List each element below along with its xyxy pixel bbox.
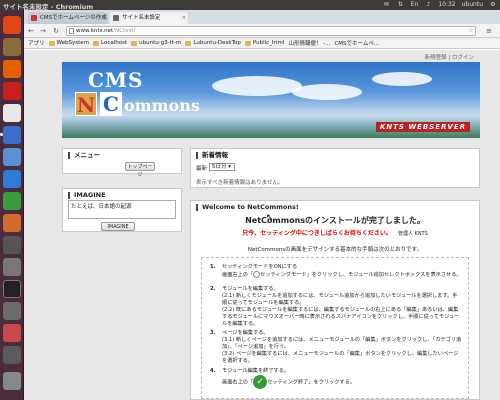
setting-notice: 只今、セッティング中につきしばらくお待ちください。 — [242, 230, 392, 237]
favicon-icon — [31, 15, 37, 21]
settings-icon[interactable] — [3, 324, 21, 342]
imagine-textarea[interactable]: たとえば、日本語の起源 — [68, 200, 176, 219]
username[interactable]: ubuntu — [462, 1, 483, 8]
forward-icon[interactable]: → — [38, 26, 48, 36]
setting-notice-row: 只今、セッティング中につきしばらくお待ちください。 管理人 KNTS — [191, 228, 479, 237]
gear-icon[interactable]: ⚙ — [489, 1, 497, 8]
imagine-panel: IMAGINE たとえば、日本語の起源 IMAGINE — [62, 188, 182, 232]
workspaces-icon[interactable] — [3, 346, 21, 364]
chromium-icon[interactable] — [0, 126, 21, 144]
step-4: 4. モジュール編集を終了する。 画面右上の「 ✓ セッティング終了」をクリックする… — [210, 368, 356, 389]
recent-days-select[interactable]: 5日分 ▾ — [209, 163, 235, 171]
folder-icon — [131, 40, 138, 46]
bookmark-public-html[interactable]: Public_html — [244, 40, 284, 46]
tools-icon[interactable] — [3, 258, 21, 276]
firefox-icon[interactable] — [3, 60, 21, 78]
thunderbird-icon[interactable] — [3, 148, 21, 166]
login-link[interactable]: ログイン — [452, 55, 474, 61]
address-bar[interactable]: www.knts.net/NCtest/ — [66, 26, 476, 36]
opera-icon[interactable] — [3, 82, 21, 100]
menu-title: メニュー — [68, 152, 100, 159]
tab-strip: CMSでホームページの作成 × サイト名未設定 × — [24, 10, 500, 24]
tab-cms-homepage[interactable]: CMSでホームページの作成 × — [28, 12, 108, 24]
writer-icon[interactable] — [3, 170, 21, 188]
keyboard-icon[interactable]: En — [410, 1, 419, 8]
clock[interactable]: 10:32 — [438, 1, 455, 8]
bookmark-lubuntu[interactable]: Lubuntu-DeskTop — [185, 40, 241, 46]
close-icon[interactable]: × — [182, 12, 186, 24]
terminal-icon[interactable] — [3, 280, 21, 298]
page-content: 新規登録 | ログイン CMS N C ommons KNTS WEBSERVE… — [24, 50, 500, 400]
welcome-panel: Welcome to NetCommons! NetCommonsのインストール… — [190, 200, 480, 400]
setting-end-icon: ✓ — [253, 375, 268, 389]
folder-icon — [93, 40, 100, 46]
mouse-cursor-icon: ↖ — [266, 213, 274, 223]
reload-icon[interactable]: ↻ — [51, 26, 61, 36]
software-icon[interactable] — [3, 236, 21, 254]
news-title: 新着情報 — [196, 152, 228, 159]
logo-n: N — [75, 92, 97, 117]
volume-icon[interactable]: ♪ — [424, 1, 432, 8]
favicon-icon — [113, 15, 119, 21]
url-host: www.knts.net — [76, 28, 114, 34]
folder-icon — [244, 40, 251, 46]
intro-text: NetCommonsの画面をデザインする基本的な手順は次のとおりです。 — [247, 247, 423, 253]
logo-cms: CMS — [88, 68, 144, 92]
bookmark-ubuntu[interactable]: ubuntu-g3-tt-m — [131, 40, 181, 46]
no-news-text: 表示すべき新着情報はありません。 — [196, 180, 284, 186]
launcher — [0, 10, 24, 400]
folder-icon — [48, 40, 55, 46]
bookmark-websystem[interactable]: WebSystem — [48, 40, 89, 46]
register-link[interactable]: 新規登録 — [425, 55, 447, 61]
site-banner: CMS N C ommons KNTS WEBSERVER — [62, 62, 480, 138]
tab-label: CMSでホームページの作成 — [40, 15, 107, 21]
step-1: 1. セッティングモードをONにする 画面右上の「 セッティングモード」をクリック… — [210, 264, 462, 278]
bookmark-cms[interactable]: CMSでホームペ... — [24, 39, 379, 83]
top-page-button[interactable]: トップページ — [125, 162, 155, 178]
news-panel: 新着情報 最新 5日分 ▾ 表示すべき新着情報はありません。 — [190, 148, 480, 188]
step-3: 3. ページを編集する。 (3.1) 新しくページを追加するには、メニューモジュ… — [210, 330, 462, 364]
browser-window: CMSでホームページの作成 × サイト名未設定 × ← → ↻ www.knts… — [24, 10, 500, 400]
bookmark-apps[interactable]: アプリ — [24, 39, 45, 83]
bookmark-localhost[interactable]: Localhost — [93, 40, 127, 46]
header-links: 新規登録 | ログイン — [424, 55, 474, 61]
impress-icon[interactable] — [3, 214, 21, 232]
tab-site[interactable]: サイト名未設定 × — [110, 12, 188, 24]
envelope-icon[interactable]: ✉ — [382, 1, 390, 8]
system-top-panel: サイト名未設定 - Chromium ✉ ⇅ En ♪ 10:32 ubuntu… — [0, 0, 500, 11]
step-2: 2. モジュールを編集する。 (2.1) 新しくモジュールを追加するには、モジュ… — [210, 286, 460, 327]
steps-box: 1. セッティングモードをONにする 画面右上の「 セッティングモード」をクリック… — [201, 257, 469, 399]
admin-signature: 管理人 KNTS — [397, 231, 428, 237]
page-icon — [69, 28, 74, 34]
system-tray: ✉ ⇅ En ♪ 10:32 ubuntu ⚙ — [382, 1, 497, 8]
bookmark-yamagata[interactable]: 山形情報便！ -... — [24, 39, 330, 83]
install-headline: NetCommonsのインストールが完了しました。 — [245, 216, 425, 225]
menu-icon[interactable]: ≡ — [486, 27, 492, 35]
dash-icon[interactable] — [3, 16, 21, 34]
toolbar: ← → ↻ www.knts.net/NCtest/ ☆ ≡ — [24, 24, 500, 38]
tab-label: サイト名未設定 — [122, 15, 161, 21]
close-icon[interactable]: × — [102, 12, 106, 24]
back-icon[interactable]: ← — [26, 26, 36, 36]
menu-panel: メニュー トップページ — [62, 148, 182, 178]
files-icon[interactable] — [3, 38, 21, 56]
welcome-title: Welcome to NetCommons! — [196, 204, 299, 211]
imagine-title: IMAGINE — [68, 192, 106, 199]
editor-icon[interactable] — [3, 302, 21, 320]
recent-label: 最新 — [196, 166, 208, 172]
calc-icon[interactable] — [3, 192, 21, 210]
brand-logo: KNTS WEBSERVER — [375, 122, 470, 132]
url-path: /NCtest/ — [113, 28, 136, 34]
logo-ommons: ommons — [124, 96, 200, 115]
network-icon[interactable]: ⇅ — [396, 1, 404, 8]
bookmark-star-icon[interactable]: ☆ — [468, 27, 473, 34]
imagine-button[interactable]: IMAGINE — [101, 222, 135, 231]
chrome-icon[interactable] — [3, 104, 21, 122]
trash-icon[interactable] — [3, 372, 21, 390]
logo-c: C — [100, 92, 122, 116]
folder-icon — [185, 40, 192, 46]
bookmarks-bar: アプリ WebSystem Localhost ubuntu-g3-tt-m L… — [24, 38, 500, 83]
